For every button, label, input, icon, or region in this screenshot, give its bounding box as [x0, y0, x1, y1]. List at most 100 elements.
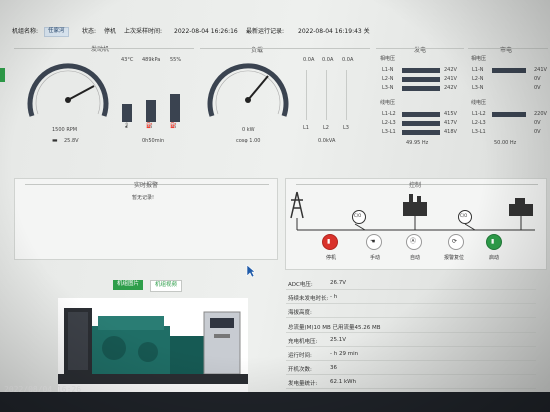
power-gauge: [207, 63, 289, 117]
co-switch-2-label: C/O: [460, 213, 468, 218]
tab-unit-video[interactable]: 机组视频: [150, 280, 183, 292]
info-row-value: 25.1V: [330, 336, 347, 343]
gen-line-row-label: L3-L1: [382, 129, 396, 135]
stop-icon: ▮: [327, 238, 331, 245]
mains-divider: [468, 48, 548, 49]
state-label: 状态:: [82, 28, 97, 35]
kva-value: 0.0kVA: [318, 138, 336, 144]
temp-bar: [122, 104, 132, 122]
mains-phase-row-value: 0V: [534, 76, 541, 82]
oil-pressure-bar: [146, 100, 156, 122]
generator-icon: [509, 198, 533, 216]
cosp-value: cosφ 1.00: [236, 138, 261, 144]
power-value: 0 kW: [242, 127, 255, 133]
gen-phase-row-value: 242V: [444, 85, 457, 91]
info-row-label: 发电量统计:: [288, 381, 318, 388]
oil-pressure-value: 489kPa: [142, 57, 161, 63]
gen-phase-row-label: L1-N: [382, 67, 394, 73]
cursor-arrow-icon: [246, 264, 256, 278]
hand-icon: ☚: [370, 238, 376, 245]
fuel-value: 55%: [170, 57, 182, 63]
auto-icon: Ⓐ: [410, 238, 417, 245]
l2-current: 0.0A: [322, 57, 334, 63]
mains-line-row-bar: [492, 112, 526, 117]
gen-line-row-label: L2-L3: [382, 120, 396, 126]
mains-line-row-label: L1-L2: [472, 111, 486, 117]
oil-can-icon: ⛽: [146, 123, 153, 129]
gen-line-row-bar: [402, 112, 440, 117]
alarm-reset-label: 报警复位: [444, 255, 465, 261]
info-row-label: 运行时间:: [288, 353, 312, 359]
mains-phase-row-value: 0V: [534, 85, 541, 91]
thermometer-icon: 🌡: [123, 123, 130, 129]
l3-current: 0.0A: [342, 57, 354, 63]
start-label: 启动: [489, 255, 500, 261]
mains-phase-row-value: 241V: [534, 67, 547, 73]
tab-unit-image[interactable]: 机组图片: [113, 280, 144, 290]
screen: 机组名称: 任家河 状态: 停机 上次采样时间: 2022-08-04 16:2…: [0, 0, 550, 412]
mains-line-row-value: 0V: [534, 120, 541, 126]
state-value: 停机: [104, 28, 117, 35]
genset-image: [58, 298, 248, 394]
mains-phase-row-label: L2-N: [472, 76, 484, 82]
gen-line-row-bar: [402, 130, 440, 135]
info-row-value: 62.1 kWh: [330, 379, 357, 386]
alarm-empty-text: 暂无记录!: [132, 195, 155, 201]
info-row-label: 海拔高度:: [288, 310, 312, 317]
auto-label: 自动: [410, 255, 421, 261]
unit-name-label: 机组名称:: [12, 28, 39, 35]
gen-frequency: 49.95 Hz: [406, 140, 429, 146]
gen-phase-row-value: 242V: [444, 67, 457, 73]
load-title: 负载: [250, 47, 263, 54]
temp-value: 43°C: [121, 57, 134, 63]
l3-label: L3: [343, 125, 349, 131]
l2-track: [326, 70, 327, 120]
mains-frequency: 50.00 Hz: [494, 140, 517, 146]
info-row-label: 总流量(M)10 MB 已用流量45.26 MB: [288, 324, 381, 331]
battery-value: 25.8V: [64, 138, 79, 144]
mains-line-row-value: 220V: [534, 111, 547, 117]
latest-run-time: 2022-08-04 16:19:43 关: [298, 28, 370, 35]
mains-line-row-value: 0V: [534, 129, 541, 135]
alarm-card: [14, 178, 278, 260]
gen-line-row-label: L1-L2: [382, 111, 396, 117]
info-row-label: 充电机电压:: [288, 338, 318, 345]
gen-phase-row-label: L2-N: [382, 76, 394, 82]
info-row-label: 持续未发电时长:: [288, 296, 329, 303]
info-row-label: 开机次数:: [288, 367, 312, 374]
info-row-label: ADC电压:: [288, 282, 313, 288]
gen-line-voltage-title: 线电压: [380, 100, 396, 106]
mains-line-row-label: L3-L1: [472, 129, 486, 135]
generator-title: 发电: [413, 47, 426, 54]
info-row-divider: [286, 374, 536, 376]
info-row-divider: [286, 345, 536, 347]
mains-phase-row-bar: [492, 68, 526, 73]
load-divider: [200, 48, 370, 49]
l1-track: [306, 70, 307, 120]
info-row-divider: [286, 303, 536, 305]
l1-label: L1: [303, 125, 309, 131]
info-row-value: 36: [330, 365, 337, 372]
info-row-divider: [286, 388, 536, 390]
mains-phase-row-label: L3-N: [472, 85, 484, 91]
power-tower-icon: [290, 191, 304, 219]
engine-divider: [14, 48, 194, 49]
info-row-value: - h: [330, 294, 338, 301]
info-row-divider: [286, 289, 536, 290]
header-bar: 机组名称: 任家河 状态: 停机 上次采样时间: 2022-08-04 16:2…: [6, 26, 546, 38]
unit-name-tag[interactable]: 任家河: [44, 27, 69, 37]
gen-phase-voltage-title: 相电压: [380, 56, 396, 62]
l2-label: L2: [323, 125, 329, 131]
factory-icon: [403, 194, 427, 216]
gen-phase-row-bar: [402, 68, 440, 73]
gen-phase-row-bar: [402, 86, 440, 91]
mains-phase-voltage-title: 相电压: [471, 56, 487, 62]
mains-line-voltage-title: 线电压: [471, 100, 487, 106]
gen-line-row-value: 418V: [444, 129, 457, 135]
l3-track: [346, 70, 347, 120]
alarm-title: 实时报警: [133, 182, 158, 189]
info-row-value: - h 29 min: [330, 351, 359, 357]
taskbar: [0, 392, 550, 412]
runtime-value: 0h50min: [142, 138, 165, 144]
gen-phase-row-label: L3-N: [382, 85, 394, 91]
